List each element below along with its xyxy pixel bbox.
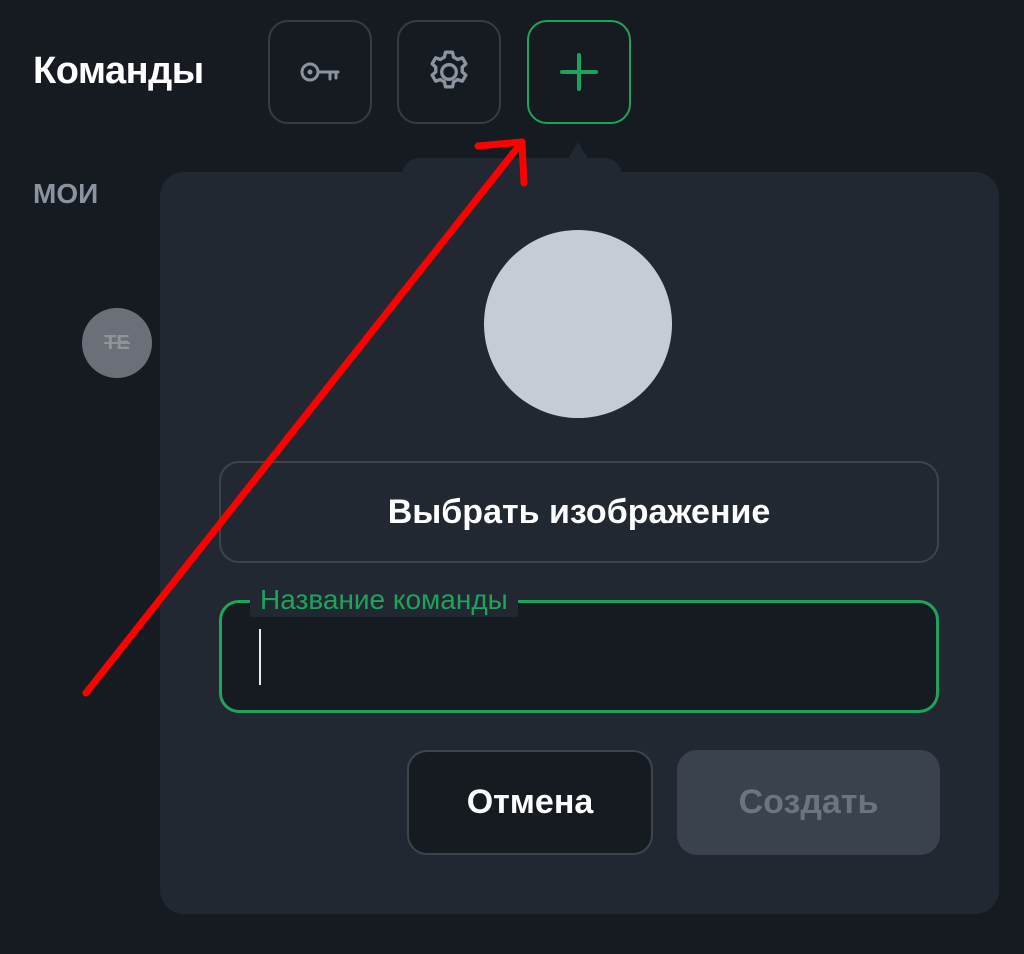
gear-icon xyxy=(430,50,468,89)
text-caret xyxy=(259,629,261,685)
choose-image-button[interactable]: Выбрать изображение xyxy=(219,461,939,563)
access-keys-button[interactable] xyxy=(268,20,372,124)
key-icon xyxy=(300,62,340,82)
team-avatar-placeholder xyxy=(484,230,672,418)
plus-icon xyxy=(560,53,598,91)
page-title: Команды xyxy=(33,50,204,92)
cancel-button[interactable]: Отмена xyxy=(407,750,653,855)
my-teams-section-label: МОИ xyxy=(33,178,99,209)
create-button[interactable]: Создать xyxy=(677,750,940,855)
add-team-button[interactable] xyxy=(527,20,631,124)
team-avatar[interactable]: TE xyxy=(82,308,152,378)
settings-button[interactable] xyxy=(397,20,501,124)
popover-arrow xyxy=(560,142,596,172)
team-name-label: Название команды xyxy=(250,583,518,617)
